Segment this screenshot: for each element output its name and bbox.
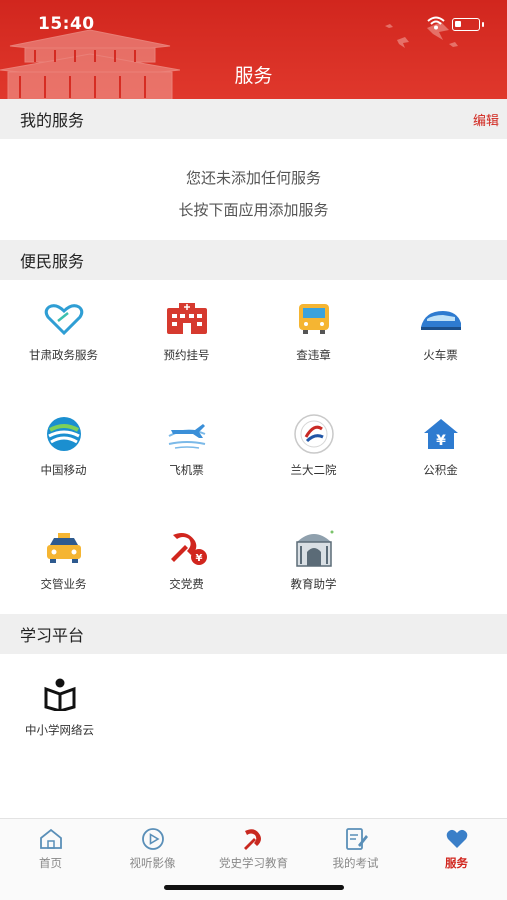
tab-label: 服务 xyxy=(445,856,468,870)
service-label: 甘肃政务服务 xyxy=(29,348,98,362)
service-appointment[interactable]: 预约挂号 xyxy=(123,283,250,373)
service-china-mobile[interactable]: 中国移动 xyxy=(0,398,127,488)
tab-label: 首页 xyxy=(39,856,62,870)
service-label: 飞机票 xyxy=(169,463,204,477)
heart-icon xyxy=(444,827,470,851)
my-services-title: 我的服务 xyxy=(20,111,85,130)
play-icon xyxy=(140,827,166,851)
service-label: 公积金 xyxy=(423,463,458,477)
china-mobile-icon xyxy=(40,410,88,458)
status-time: 15:40 xyxy=(38,14,95,34)
service-label: 中国移动 xyxy=(40,463,87,477)
service-gansu-gov[interactable]: 甘肃政务服务 xyxy=(0,283,127,373)
service-education-aid[interactable]: 教育助学 xyxy=(250,512,377,602)
party-emblem-icon xyxy=(241,827,267,851)
tab-label: 党史学习教育 xyxy=(219,856,288,870)
home-indicator[interactable] xyxy=(164,885,344,890)
service-housing-fund[interactable]: ¥ 公积金 xyxy=(377,398,504,488)
service-label: 教育助学 xyxy=(290,577,337,591)
page-title: 服务 xyxy=(234,65,273,87)
home-icon xyxy=(38,827,64,851)
battery-level xyxy=(455,21,461,27)
wifi-icon xyxy=(427,16,445,30)
service-label: 兰大二院 xyxy=(290,463,337,477)
service-party-fee[interactable]: ¥ 交党费 xyxy=(123,512,250,602)
service-traffic[interactable]: 交管业务 xyxy=(0,512,127,602)
tab-video[interactable]: 视听影像 xyxy=(102,827,203,871)
school-building-icon xyxy=(290,524,338,572)
train-icon xyxy=(417,295,465,343)
learning-header: 学习平台 xyxy=(0,614,507,654)
tab-my-exams[interactable]: 我的考试 xyxy=(305,827,406,871)
service-label: 火车票 xyxy=(423,348,458,362)
service-train-ticket[interactable]: 火车票 xyxy=(377,283,504,373)
service-label: 交党费 xyxy=(169,577,204,591)
tab-party-history[interactable]: 党史学习教育 xyxy=(203,827,304,871)
service-lanzhou-hospital[interactable]: 兰大二院 xyxy=(250,398,377,488)
service-label: 中小学网络云 xyxy=(25,723,94,737)
exam-icon xyxy=(343,827,369,851)
tab-home[interactable]: 首页 xyxy=(0,827,101,871)
tab-label: 我的考试 xyxy=(332,856,379,870)
party-fee-icon: ¥ xyxy=(163,524,211,572)
taxi-icon xyxy=(40,524,88,572)
edit-button[interactable]: 编辑 xyxy=(473,110,499,129)
battery-icon xyxy=(452,18,484,31)
hospital-icon xyxy=(163,295,211,343)
learning-title: 学习平台 xyxy=(20,626,85,645)
bus-icon xyxy=(290,295,338,343)
airplane-icon xyxy=(163,410,211,458)
svg-text:¥: ¥ xyxy=(436,433,446,449)
service-flight-ticket[interactable]: 飞机票 xyxy=(123,398,250,488)
my-services-header: 我的服务 编辑 xyxy=(0,99,507,139)
hospital-logo-icon xyxy=(290,410,338,458)
header-banner: 15:40 服务 xyxy=(0,0,507,99)
convenience-title: 便民服务 xyxy=(20,252,85,271)
service-violations[interactable]: 查违章 xyxy=(250,283,377,373)
housing-fund-icon: ¥ xyxy=(417,410,465,458)
service-k12-cloud[interactable]: 中小学网络云 xyxy=(0,658,123,748)
service-label: 交管业务 xyxy=(40,577,87,591)
service-label: 预约挂号 xyxy=(163,348,210,362)
convenience-header: 便民服务 xyxy=(0,240,507,280)
tab-services[interactable]: 服务 xyxy=(406,827,507,871)
service-label: 查违章 xyxy=(296,348,331,362)
tab-label: 视听影像 xyxy=(129,856,176,870)
reading-person-icon xyxy=(36,670,84,718)
empty-message-line1: 您还未添加任何服务 xyxy=(185,169,321,187)
empty-message-line2: 长按下面应用添加服务 xyxy=(178,201,329,219)
heart-outline-icon xyxy=(40,295,88,343)
svg-text:¥: ¥ xyxy=(195,553,202,564)
